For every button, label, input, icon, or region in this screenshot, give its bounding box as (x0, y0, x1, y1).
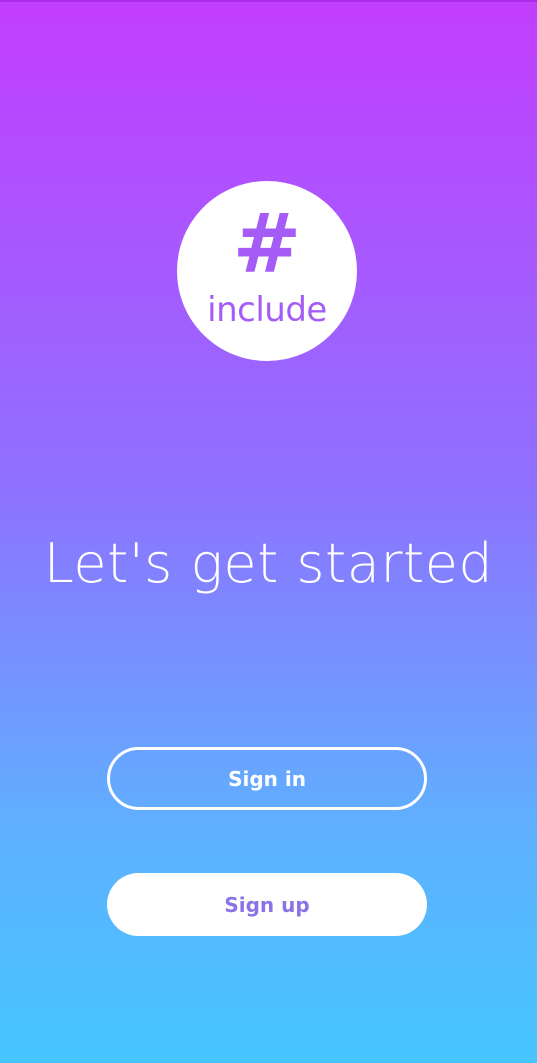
sign-up-button[interactable]: Sign up (107, 873, 427, 936)
sign-in-button[interactable]: Sign in (107, 747, 427, 810)
hashtag-icon: # (232, 197, 302, 292)
welcome-screen: # include Let's get started Sign in Sign… (0, 0, 537, 1063)
app-logo: # include (177, 181, 357, 361)
sign-up-label: Sign up (224, 892, 310, 917)
top-border (0, 0, 537, 2)
welcome-headline: Let's get started (43, 532, 494, 595)
sign-in-label: Sign in (228, 766, 306, 791)
logo-wordmark: include (207, 290, 327, 330)
